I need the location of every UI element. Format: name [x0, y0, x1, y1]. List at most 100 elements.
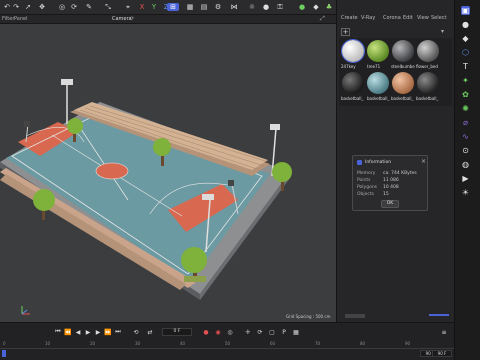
select-icon[interactable]: ➚ — [24, 3, 32, 11]
cube-icon[interactable]: ◆ — [312, 3, 320, 11]
undo-icon[interactable]: ↶ — [3, 3, 11, 11]
timeline-panel: ⏮ ⏪ ◀ ▶ ▶ ⏩ ⏭ ⟲ ⇄ 0 F ● ◉ ◎ ✛ ⟳ ▢ P ▦ ≡ … — [0, 322, 454, 360]
light-icon[interactable]: ☼ — [248, 3, 256, 11]
material-icon[interactable]: ● — [262, 3, 270, 11]
render-settings-icon[interactable]: ⚙ — [214, 3, 222, 11]
material-label-6: basketball_ — [367, 96, 390, 101]
key-scale-icon[interactable]: ▢ — [268, 328, 276, 336]
play-icon[interactable]: ▶ — [84, 328, 92, 336]
information-dialog: Information × Memory ca. 744 KBytes Poin… — [352, 155, 428, 211]
key-position-icon[interactable]: ✛ — [244, 328, 252, 336]
prev-frame-icon[interactable]: ◀ — [74, 328, 82, 336]
menu-view[interactable]: View — [417, 15, 429, 21]
fps-icon[interactable]: ⇄ — [146, 328, 154, 336]
key-rotation-icon[interactable]: ⟳ — [256, 328, 264, 336]
viewport-layout-icon[interactable]: ⤢ — [320, 15, 325, 23]
world-axis-gizmo — [21, 306, 30, 315]
timeline-menu-icon[interactable]: ≡ — [440, 328, 448, 336]
cube-primitive-icon[interactable]: ◆ — [461, 34, 470, 43]
move-icon[interactable]: ✥ — [38, 3, 46, 11]
menu-filter[interactable]: Filter — [2, 16, 14, 22]
3d-viewport[interactable]: Grid Spacing : 500 cm — [0, 24, 336, 322]
objects-label: Objects — [357, 192, 375, 197]
keyframe-icon[interactable]: ◎ — [226, 328, 234, 336]
panel-scroll-left[interactable] — [345, 314, 365, 318]
cloner-icon[interactable]: ⬡ — [461, 48, 470, 57]
filter-icon[interactable]: ▾ — [441, 28, 444, 35]
autokey-icon[interactable]: ◉ — [214, 328, 222, 336]
end-frame-field[interactable]: 90 F — [432, 350, 452, 357]
basketball-court-scene — [0, 79, 292, 315]
material-swatch-7[interactable] — [392, 72, 414, 94]
lock-icon[interactable]: ⚿ — [276, 3, 284, 11]
menu-edit[interactable]: Edit — [403, 15, 413, 21]
spline-icon[interactable]: ∿ — [461, 132, 470, 141]
ok-button[interactable]: OK — [381, 200, 399, 208]
current-frame-field[interactable]: 0 F — [162, 328, 192, 336]
app-icon — [357, 160, 362, 165]
next-frame-icon[interactable]: ▶ — [94, 328, 102, 336]
snap-icon[interactable]: ⋈ — [230, 3, 238, 11]
panel-zoom-slider[interactable] — [429, 314, 449, 316]
record-icon[interactable]: ● — [202, 328, 210, 336]
effector-icon[interactable]: ✺ — [461, 104, 470, 113]
camera-dropdown-icon[interactable]: ⟳ — [130, 16, 134, 22]
globe-icon[interactable]: ◍ — [461, 160, 470, 169]
brush-icon[interactable]: ✎ — [85, 3, 93, 11]
go-start-icon[interactable]: ⏮ — [54, 328, 62, 336]
render-region-icon[interactable]: ▤ — [200, 3, 208, 11]
material-swatch-8[interactable] — [417, 72, 439, 94]
prev-key-icon[interactable]: ⏪ — [64, 328, 72, 336]
material-label-8: basketball_ — [416, 96, 439, 101]
text-icon[interactable]: T — [461, 62, 470, 71]
menu-vray[interactable]: V-Ray — [361, 15, 375, 21]
sphere-icon[interactable]: ● — [298, 3, 306, 11]
scale-icon[interactable]: ⤡ — [104, 3, 112, 11]
material-label-3: steelbumber — [391, 64, 415, 69]
y-axis-button[interactable]: Y — [150, 3, 158, 11]
sphere-primitive-icon[interactable]: ● — [461, 20, 470, 29]
model-mode-icon[interactable]: ▣ — [461, 6, 470, 15]
menu-create[interactable]: Create — [341, 15, 358, 21]
redo-icon[interactable]: ↷ — [12, 3, 20, 11]
viewport-menubar: Filter Panel Camera ⟳ ⤢ — [0, 15, 336, 24]
environment-icon[interactable]: ⊙ — [461, 146, 470, 155]
material-swatch-2[interactable] — [367, 40, 389, 62]
menu-panel[interactable]: Panel — [14, 16, 28, 22]
next-key-icon[interactable]: ⏩ — [104, 328, 112, 336]
material-grid: 247key tree71 steelbumber flower_bed bas… — [339, 38, 452, 106]
material-label-7: basketball_ — [391, 96, 414, 101]
menu-select[interactable]: Select — [431, 15, 446, 21]
key-pla-icon[interactable]: ▦ — [292, 328, 300, 336]
material-swatch-3[interactable] — [392, 40, 414, 62]
close-icon[interactable]: × — [421, 158, 426, 165]
x-axis-button[interactable]: X — [138, 3, 146, 11]
material-swatch-5[interactable] — [342, 72, 364, 94]
world-coord-icon[interactable]: ⊞ — [167, 3, 179, 11]
deformer-icon[interactable]: ✿ — [461, 90, 470, 99]
object-tool-column: ▣ ● ◆ ⬡ T ✦ ✿ ✺ ⌀ ∿ ⊙ ◍ ▶ ☀ — [454, 0, 480, 360]
key-param-icon[interactable]: P — [280, 328, 288, 336]
coord-icon[interactable]: ⌖ — [124, 3, 132, 11]
camera-icon[interactable]: ▶ — [461, 174, 470, 183]
add-material-icon[interactable]: + — [341, 28, 350, 36]
camera-label[interactable]: Camera — [112, 16, 132, 22]
live-select-icon[interactable]: ◎ — [58, 3, 66, 11]
material-swatch-1[interactable] — [341, 39, 365, 63]
material-label-4: flower_bed — [416, 64, 438, 69]
go-end-icon[interactable]: ⏭ — [114, 328, 122, 336]
loop-icon[interactable]: ⟲ — [132, 328, 140, 336]
material-swatch-6[interactable] — [367, 72, 389, 94]
material-swatch-4[interactable] — [417, 40, 439, 62]
tag-icon[interactable]: ⌀ — [461, 118, 470, 127]
menu-corona[interactable]: Corona — [383, 15, 401, 21]
rotate-icon[interactable]: ⟳ — [70, 3, 78, 11]
points-value: 11 086 — [383, 178, 399, 183]
generator-icon[interactable]: ✦ — [461, 76, 470, 85]
polygons-label: Polygons — [357, 185, 378, 190]
light-icon[interactable]: ☀ — [461, 188, 470, 197]
playhead[interactable] — [2, 350, 6, 357]
polygons-value: 10 408 — [383, 185, 399, 190]
render-view-icon[interactable]: ▦ — [186, 3, 194, 11]
tree-icon[interactable]: ♣ — [325, 3, 333, 11]
